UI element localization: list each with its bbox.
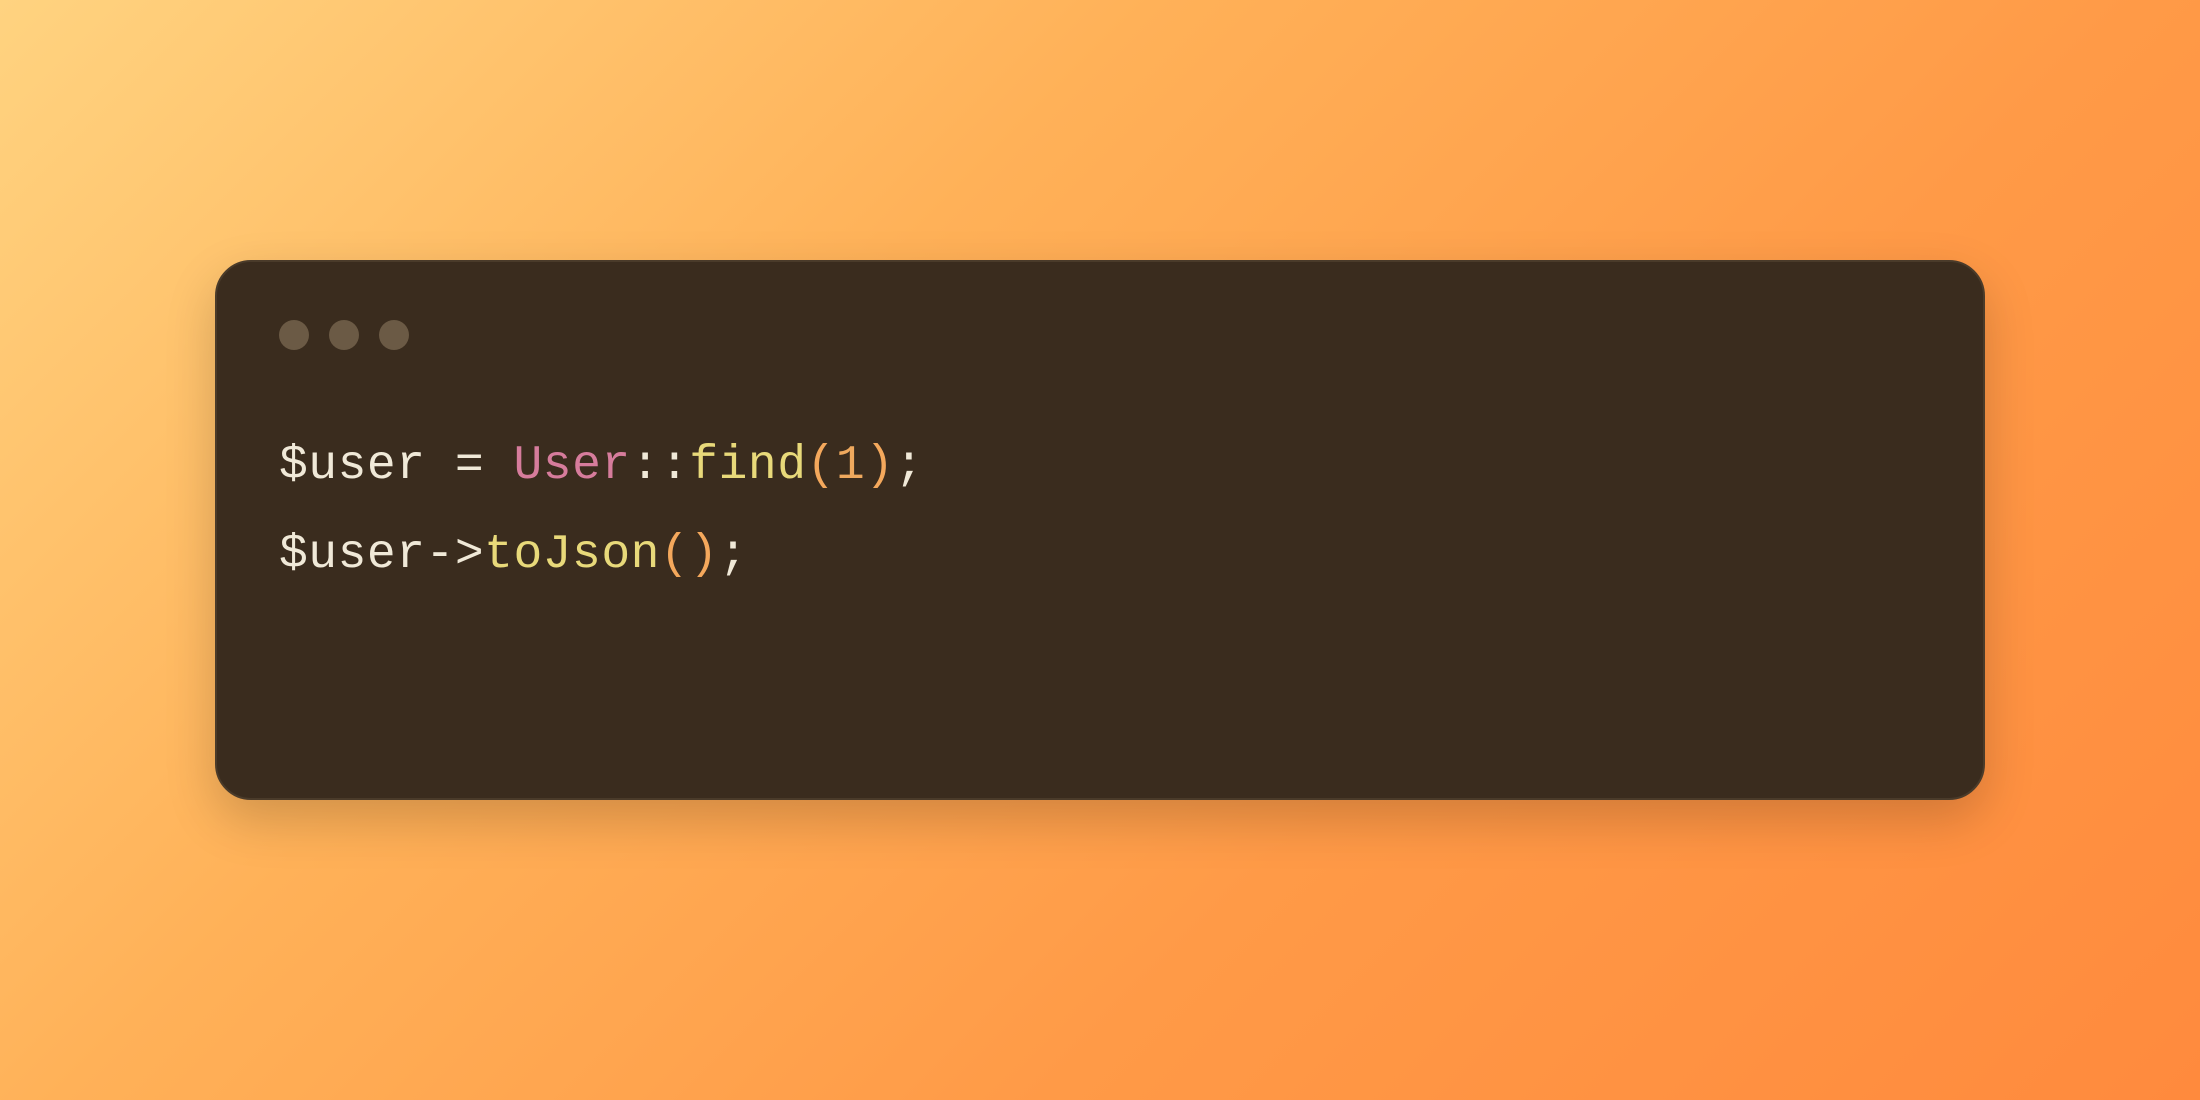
token-function: find	[689, 439, 806, 493]
token-space	[484, 439, 513, 493]
code-content: $user = User::find(1); $user->toJson();	[279, 422, 1921, 600]
token-paren-open: (	[807, 439, 836, 493]
token-class: User	[513, 439, 630, 493]
token-variable: $user	[279, 439, 426, 493]
token-paren-close: )	[689, 528, 718, 582]
token-static-operator: ::	[631, 439, 690, 493]
traffic-light-maximize-icon[interactable]	[379, 320, 409, 350]
token-paren-open: (	[660, 528, 689, 582]
token-paren-close: )	[865, 439, 894, 493]
token-function: toJson	[484, 528, 660, 582]
token-space	[426, 439, 455, 493]
token-semicolon: ;	[894, 439, 923, 493]
traffic-light-minimize-icon[interactable]	[329, 320, 359, 350]
token-operator: =	[455, 439, 484, 493]
code-line-1: $user = User::find(1);	[279, 422, 1921, 511]
traffic-lights	[279, 320, 1921, 350]
token-number: 1	[836, 439, 865, 493]
token-semicolon: ;	[719, 528, 748, 582]
code-window: $user = User::find(1); $user->toJson();	[215, 260, 1985, 800]
token-variable: $user	[279, 528, 426, 582]
traffic-light-close-icon[interactable]	[279, 320, 309, 350]
token-arrow: ->	[426, 528, 485, 582]
code-line-2: $user->toJson();	[279, 511, 1921, 600]
